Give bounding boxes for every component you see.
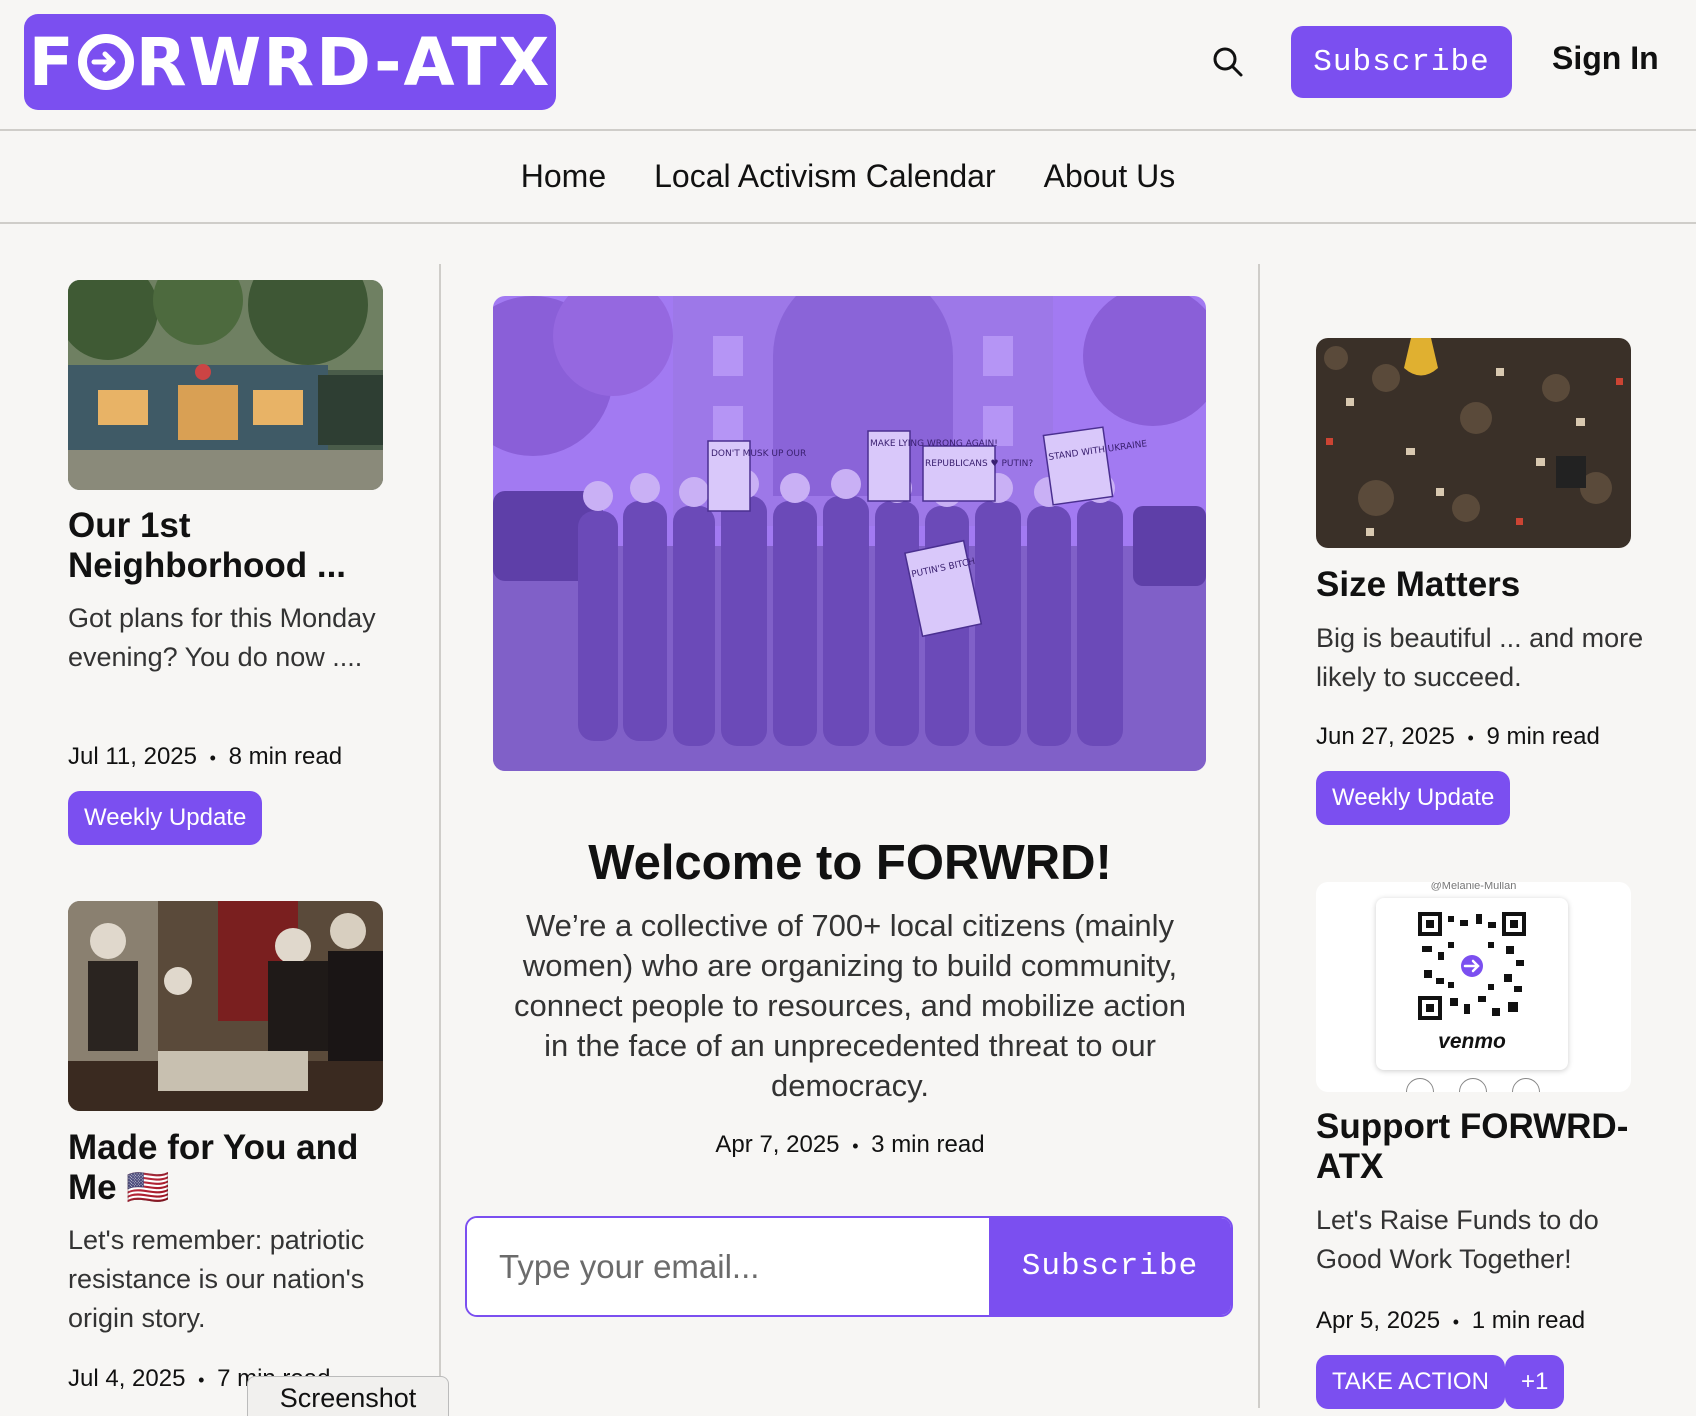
screenshot-tab[interactable]: Screenshot (247, 1376, 449, 1416)
post-read-time: 9 min read (1486, 723, 1600, 750)
post-date: Apr 7, 2025 (715, 1131, 840, 1158)
post-excerpt: Let's Raise Funds to do Good Work Togeth… (1316, 1205, 1599, 1274)
nav-home[interactable]: Home (521, 158, 606, 195)
post-read-time: 1 min read (1471, 1307, 1586, 1334)
venmo-card: venmo (1376, 898, 1568, 1070)
post-meta: Jul 11, 2025 • 8 min read (68, 743, 342, 771)
tag-weekly-update[interactable]: Weekly Update (68, 791, 263, 845)
post-image-bookshop[interactable] (68, 280, 383, 490)
post-image-founders[interactable] (68, 901, 383, 1111)
venmo-handle: @Melanie-Mullan (1430, 882, 1517, 892)
qr-code-icon (1418, 912, 1526, 1020)
post-title[interactable]: Support FORWRD-ATX (1316, 1107, 1656, 1187)
email-input[interactable] (467, 1218, 989, 1315)
meta-separator: • (1452, 1312, 1460, 1332)
post-date: Jun 27, 2025 (1316, 723, 1455, 750)
column-divider-left (439, 264, 441, 1408)
post-read-time: 3 min read (871, 1131, 985, 1158)
arrow-right-circle-icon (77, 34, 134, 90)
post-date: Jul 4, 2025 (68, 1365, 186, 1392)
tag-more-count[interactable]: +1 (1505, 1355, 1565, 1409)
post-excerpt: Let's remember: patriotic resistance is … (68, 1225, 365, 1333)
meta-separator: • (852, 1136, 859, 1156)
nav-local-activism-calendar[interactable]: Local Activism Calendar (654, 158, 995, 195)
logo-prefix: F (28, 23, 76, 101)
hero-meta: Apr 7, 2025 • 3 min read (460, 1131, 1240, 1159)
post-title[interactable]: Made for You and Me 🇺🇸 (68, 1128, 398, 1208)
post-title[interactable]: Size Matters (1316, 565, 1646, 605)
logo-suffix: RWRD-ATX (135, 23, 552, 101)
meta-separator: • (198, 1370, 205, 1390)
search-icon[interactable] (1212, 46, 1244, 78)
protest-sign-text: MAKE LYING WRONG AGAIN! (870, 439, 998, 449)
post-date: Apr 5, 2025 (1316, 1307, 1441, 1334)
protest-sign-text: REPUBLICANS ♥ PUTIN? (925, 459, 1033, 469)
email-subscribe-form: Subscribe (465, 1216, 1233, 1317)
upload-icon (1512, 1078, 1540, 1092)
tag-take-action[interactable]: TAKE ACTION (1316, 1355, 1505, 1409)
hero-description: We’re a collective of 700+ local citizen… (513, 908, 1187, 1103)
post-title[interactable]: Our 1st Neighborhood ... (68, 506, 388, 586)
post-read-time: 8 min read (228, 743, 343, 770)
share-icon (1406, 1078, 1434, 1092)
email-subscribe-button[interactable]: Subscribe (989, 1218, 1231, 1315)
post-excerpt: Got plans for this Monday evening? You d… (68, 603, 376, 672)
logo[interactable]: F RWRD-ATX (24, 14, 556, 110)
column-divider-right (1258, 264, 1260, 1408)
sign-in-link[interactable]: Sign In (1552, 40, 1659, 77)
venmo-label: venmo (1438, 1030, 1506, 1053)
meta-separator: • (209, 748, 216, 768)
subscribe-button[interactable]: Subscribe (1291, 26, 1512, 98)
protest-sign-text: DON'T MUSK UP OUR (711, 449, 806, 459)
post-meta: Apr 5, 2025 • 1 min read (1316, 1307, 1585, 1335)
post-date: Jul 11, 2025 (68, 743, 197, 770)
meta-separator: • (1467, 728, 1474, 748)
post-excerpt: Big is beautiful ... and more likely to … (1316, 623, 1644, 692)
nav-about-us[interactable]: About Us (1044, 158, 1176, 195)
hero-image[interactable]: DON'T MUSK UP OUR MAKE LYING WRONG AGAIN… (493, 296, 1206, 771)
mail-icon (1459, 1078, 1487, 1092)
tag-weekly-update[interactable]: Weekly Update (1316, 771, 1511, 825)
logo-text: F RWRD-ATX (29, 24, 552, 101)
top-bar: F RWRD-ATX Subscribe Sign In (0, 0, 1696, 131)
main-nav: Home Local Activism Calendar About Us (0, 131, 1696, 224)
post-meta: Jun 27, 2025 • 9 min read (1316, 723, 1600, 751)
post-image-venmo[interactable]: @Melanie-Mullan venmo (1316, 882, 1631, 1092)
hero-title[interactable]: Welcome to FORWRD! (460, 835, 1240, 891)
post-image-crowd[interactable] (1316, 338, 1631, 548)
